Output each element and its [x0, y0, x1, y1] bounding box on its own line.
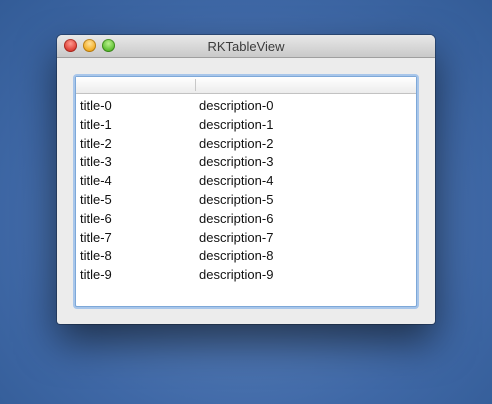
- table-row[interactable]: title-5 description-5: [76, 190, 416, 209]
- description-cell: description-0: [199, 98, 274, 113]
- table-row[interactable]: title-1 description-1: [76, 115, 416, 134]
- description-cell: description-2: [199, 135, 274, 151]
- description-cell: description-1: [199, 116, 274, 132]
- window-title: RKTableView: [207, 39, 285, 54]
- description-cell: description-5: [199, 191, 274, 207]
- app-window: RKTableView title-0 description-0 title-1…: [57, 35, 435, 324]
- title-cell: title-7: [80, 229, 112, 245]
- description-cell: description-9: [199, 267, 274, 283]
- description-cell: description-4: [199, 173, 274, 189]
- title-cell: title-3: [80, 154, 112, 170]
- title-bar[interactable]: RKTableView: [57, 35, 435, 58]
- table-row[interactable]: title-7 description-7: [76, 228, 416, 247]
- table-body: title-0 description-0 title-1 description-…: [76, 94, 416, 284]
- table-header: [76, 77, 416, 94]
- table-row[interactable]: title-0 description-0: [76, 96, 416, 115]
- table-row[interactable]: title-2 description-2: [76, 134, 416, 153]
- table-row[interactable]: title-9 description-9: [76, 265, 416, 284]
- title-cell: title-2: [80, 135, 112, 151]
- description-cell: description-6: [199, 210, 274, 226]
- table-row[interactable]: title-8 description-8: [76, 246, 416, 265]
- title-cell: title-4: [80, 173, 112, 189]
- description-cell: description-8: [199, 248, 274, 264]
- table-view[interactable]: title-0 description-0 title-1 description-…: [75, 76, 417, 307]
- column-divider[interactable]: [195, 79, 196, 91]
- title-cell: title-6: [80, 210, 112, 226]
- description-cell: description-3: [199, 154, 274, 170]
- table-row[interactable]: title-4 description-4: [76, 171, 416, 190]
- title-cell: title-8: [80, 248, 112, 264]
- table-row[interactable]: title-3 description-3: [76, 152, 416, 171]
- table-row[interactable]: title-6 description-6: [76, 209, 416, 228]
- title-cell: title-0: [80, 98, 112, 113]
- title-cell: title-1: [80, 116, 112, 132]
- description-cell: description-7: [199, 229, 274, 245]
- title-cell: title-5: [80, 191, 112, 207]
- title-cell: title-9: [80, 267, 112, 283]
